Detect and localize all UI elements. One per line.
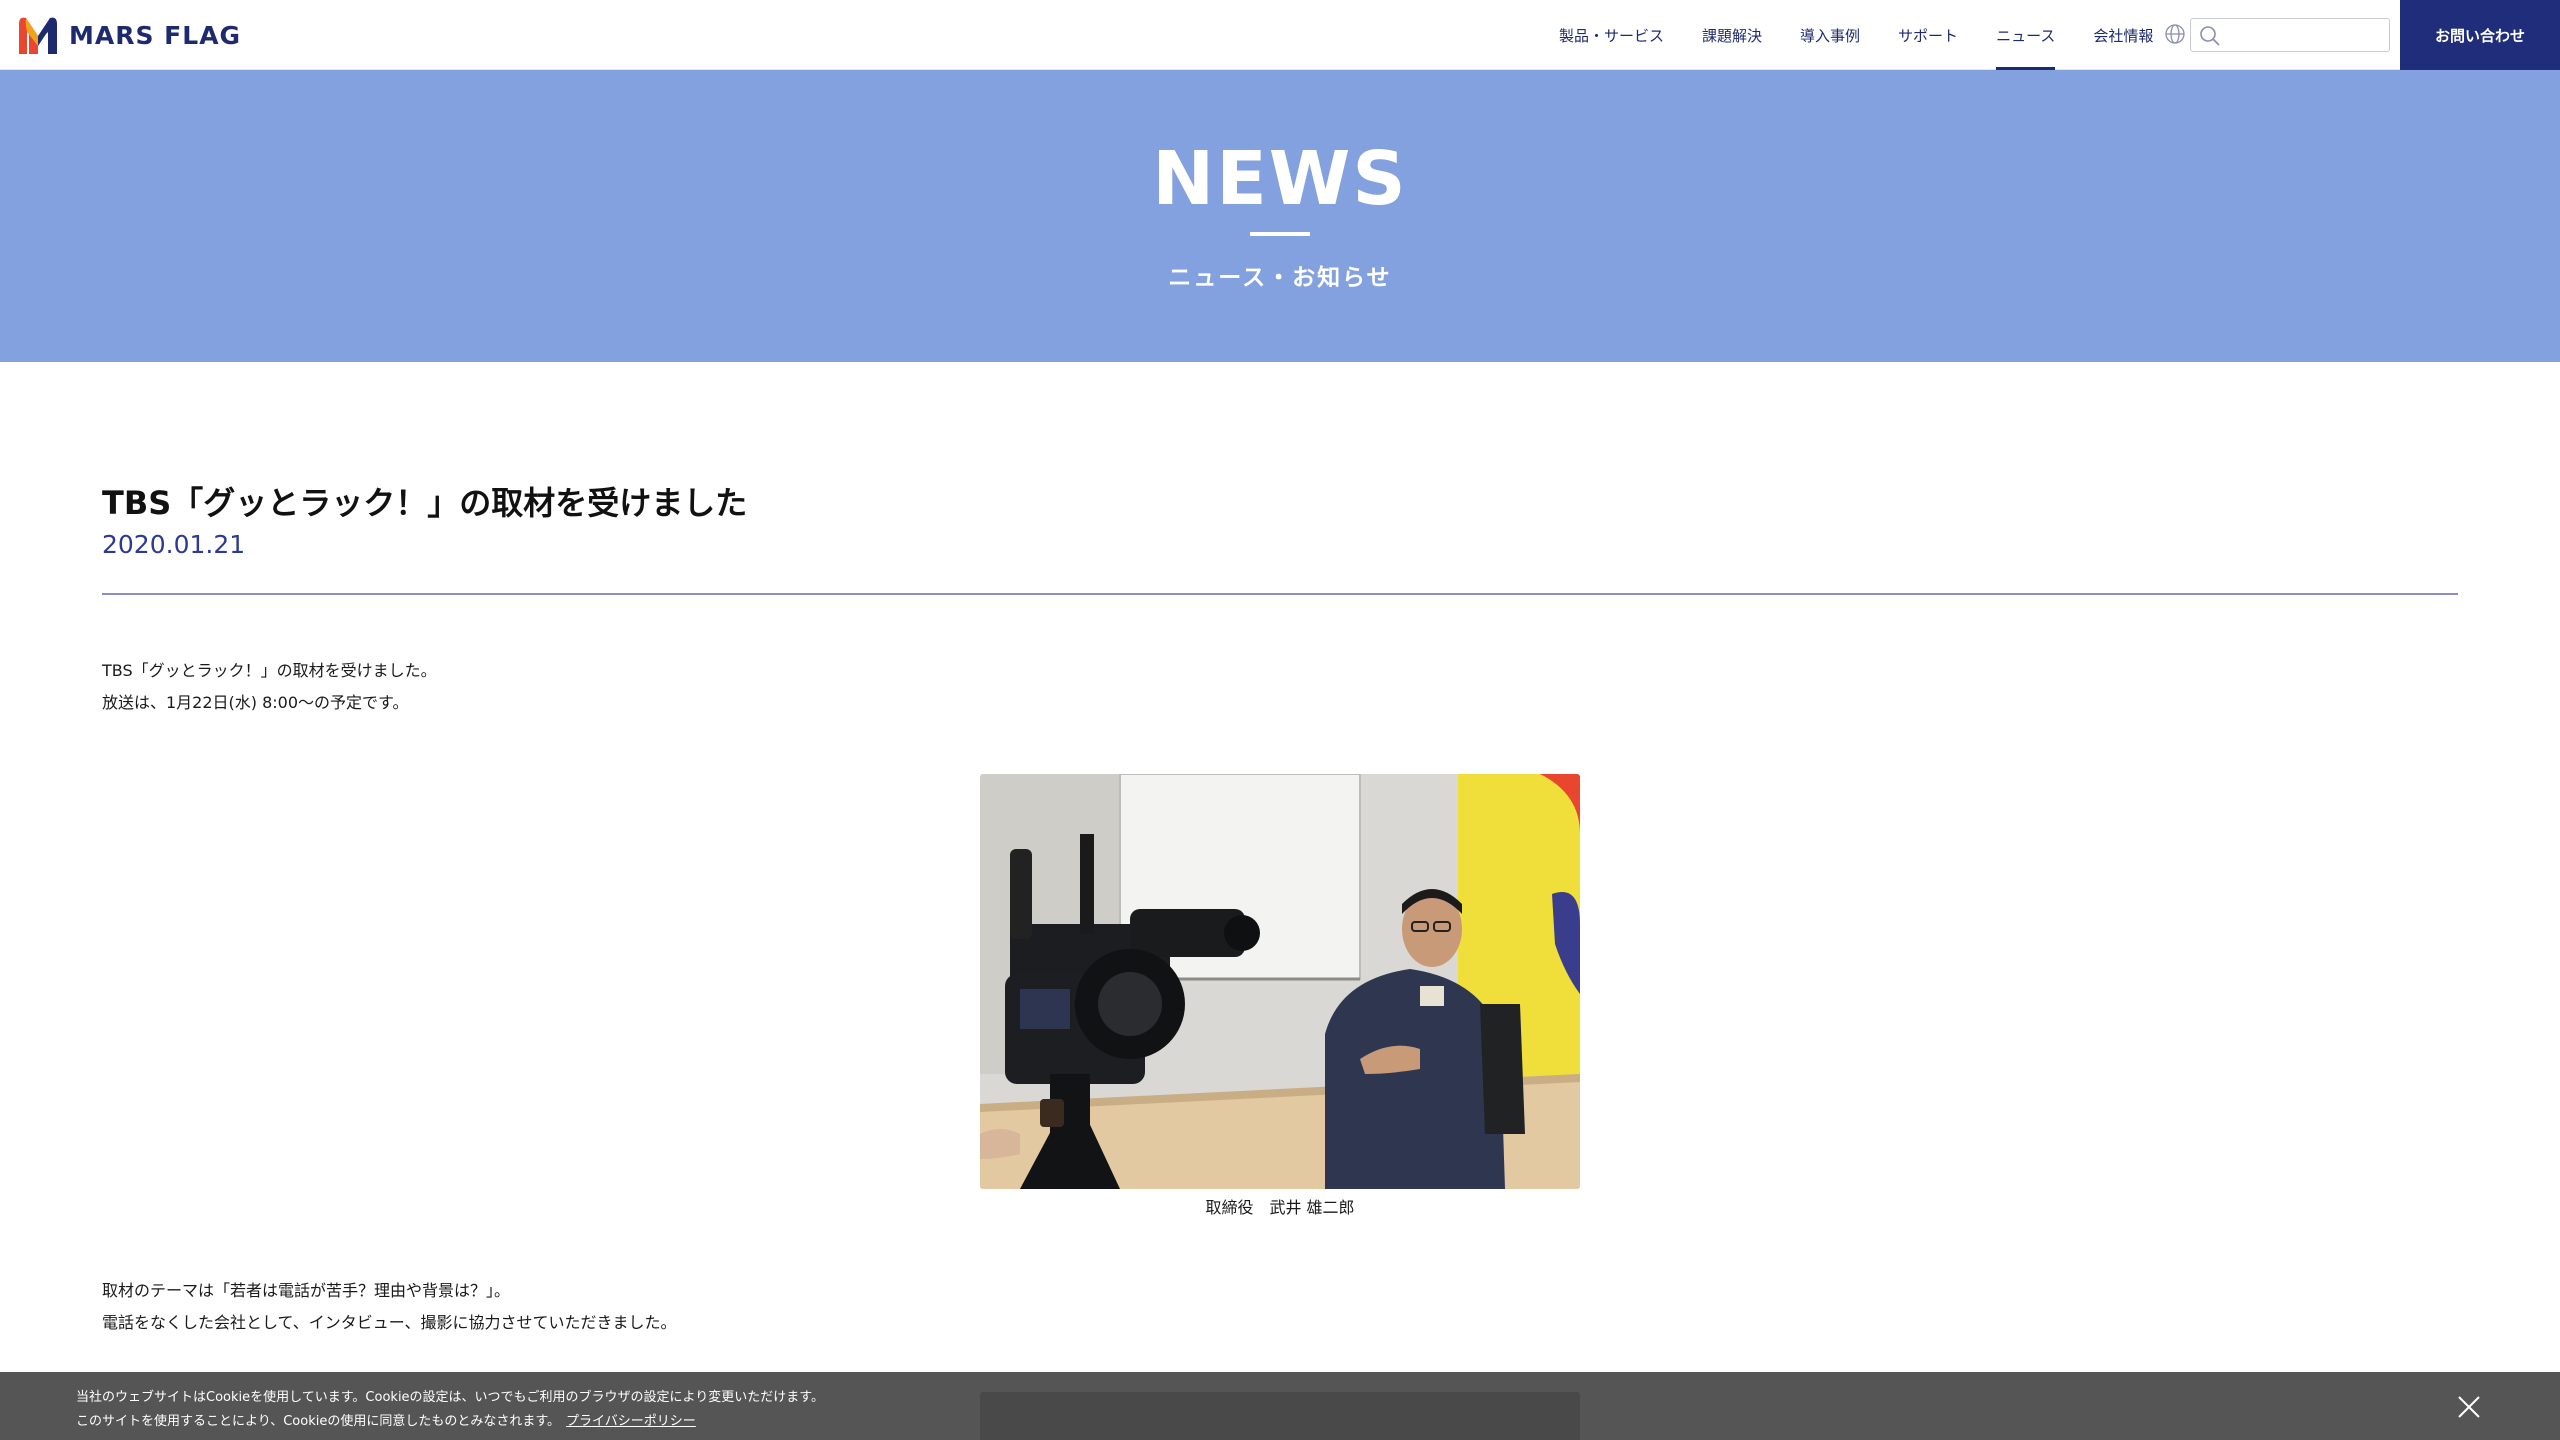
nav-case-studies[interactable]: 導入事例 (1800, 0, 1860, 70)
page-hero: NEWS ニュース・お知らせ (0, 70, 2560, 362)
cookie-notice-line: 当社のウェブサイトはCookieを使用しています。Cookieの設定は、いつでも… (76, 1390, 824, 1405)
interview-photo (980, 774, 1580, 1189)
contact-button[interactable]: お問い合わせ (2400, 0, 2560, 70)
hero-title: NEWS (1152, 136, 1408, 222)
cookie-consent-text: このサイトを使用することにより、Cookieの使用に同意したものとみなされます。 (76, 1414, 561, 1429)
nav-support[interactable]: サポート (1898, 0, 1958, 70)
nav-company[interactable]: 会社情報 (2093, 0, 2153, 70)
article-intro-line: TBS「グッとラック！」の取材を受けました。 (102, 661, 437, 680)
logo-link[interactable]: MARS FLAG (15, 14, 241, 56)
article-date: 2020.01.21 (102, 530, 246, 559)
logo-text: MARS FLAG (69, 20, 242, 50)
nav-news[interactable]: ニュース (1996, 0, 2056, 70)
article-intro: TBS「グッとラック！」の取材を受けました。 放送は、1月22日(水) 8:00… (102, 655, 437, 719)
close-icon[interactable] (2456, 1394, 2482, 1420)
article-title: TBS「グッとラック！」の取材を受けました (102, 484, 748, 522)
search-box[interactable] (2190, 18, 2390, 52)
search-icon[interactable] (2199, 25, 2221, 47)
interview-photo-image (980, 774, 1580, 1189)
main-nav: 製品・サービス 課題解決 導入事例 サポート ニュース 会社情報 (1540, 0, 2172, 70)
hero-subtitle: ニュース・お知らせ (1168, 265, 1392, 291)
title-divider (102, 593, 2458, 595)
cookie-banner: 当社のウェブサイトはCookieを使用しています。Cookieの設定は、いつでも… (0, 1372, 2560, 1440)
globe-icon[interactable] (2164, 23, 2186, 45)
search-input[interactable] (2227, 22, 2385, 48)
nav-solutions[interactable]: 課題解決 (1702, 0, 1762, 70)
article-body-line: 取材のテーマは「若者は電話が苦手？理由や背景は？」。 (102, 1281, 511, 1300)
privacy-policy-link[interactable]: プライバシーポリシー (566, 1414, 696, 1429)
hero-divider (1250, 232, 1310, 236)
article-body-line: 電話をなくした会社として、インタビュー、撮影に協力させていただきました。 (102, 1313, 677, 1332)
mars-flag-logo-icon (19, 17, 57, 55)
site-header: MARS FLAG 製品・サービス 課題解決 導入事例 サポート ニュース 会社… (0, 0, 2560, 70)
article-body: 取材のテーマは「若者は電話が苦手？理由や背景は？」。 電話をなくした会社として、… (102, 1275, 677, 1339)
nav-products[interactable]: 製品・サービス (1559, 0, 1664, 70)
cookie-consent-line: このサイトを使用することにより、Cookieの使用に同意したものとみなされます。… (76, 1410, 696, 1429)
photo-caption: 取締役 武井 雄二郎 (1205, 1198, 1355, 1217)
article-intro-line: 放送は、1月22日(水) 8:00～の予定です。 (102, 693, 409, 712)
